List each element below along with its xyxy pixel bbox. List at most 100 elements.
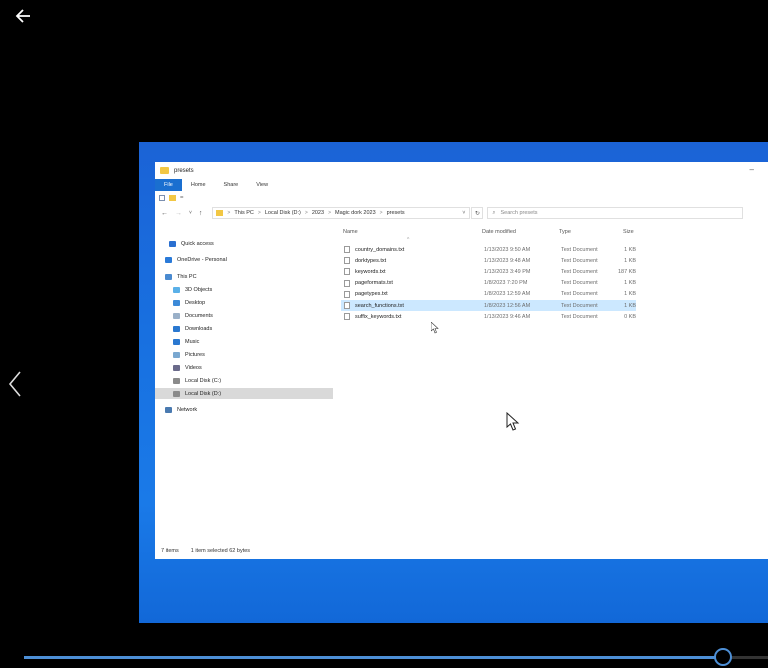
text-file-icon — [344, 246, 350, 253]
file-name: suffix_keywords.txt — [355, 313, 402, 320]
tab-share[interactable]: Share — [215, 179, 248, 191]
recent-locations-icon[interactable]: ˅ — [189, 210, 192, 216]
file-date: 1/13/2023 9:50 AM — [484, 246, 531, 253]
text-file-icon — [344, 279, 350, 287]
breadcrumb-this-pc[interactable]: This PC — [234, 210, 254, 216]
sidebar-item-label: Videos — [185, 364, 202, 371]
sidebar-item-label: Quick access — [181, 240, 214, 247]
file-name: country_domains.txt — [355, 246, 405, 253]
sidebar-item[interactable]: Downloads — [173, 323, 212, 334]
file-row[interactable]: dorktypes.txt 1/13/2023 9:48 AM Text Docum… — [341, 255, 636, 266]
breadcrumb-separator: > — [379, 210, 383, 216]
file-date: 1/13/2023 3:49 PM — [484, 268, 531, 275]
sidebar-item-label: Downloads — [185, 325, 213, 332]
file-size: 1 KB — [624, 257, 636, 264]
file-type: Text Document — [561, 280, 598, 287]
back-nav-icon[interactable]: ← — [161, 210, 168, 217]
text-file-icon — [344, 290, 350, 298]
sidebar-item[interactable]: Videos — [173, 362, 202, 373]
file-size: 1 KB — [624, 302, 636, 309]
sidebar-item[interactable]: Quick access — [169, 238, 214, 249]
file-row[interactable]: keywords.txt 1/13/2023 3:49 PM Text Docume… — [341, 266, 636, 277]
sidebar-item[interactable]: 3D Objects — [173, 284, 212, 295]
file-type: Text Document — [561, 313, 598, 320]
new-folder-icon[interactable] — [169, 194, 176, 201]
sidebar-item-label: Local Disk (C:) — [185, 377, 222, 384]
drive-icon — [173, 377, 180, 384]
breadcrumb-separator: > — [227, 210, 231, 216]
file-name: dorktypes.txt — [355, 257, 387, 264]
address-bar[interactable]: > This PC > Local Disk (D:) > 2023 > Mag… — [212, 207, 471, 219]
address-dropdown-icon[interactable]: ˅ — [462, 210, 465, 216]
sidebar-item[interactable]: This PC — [165, 271, 197, 282]
breadcrumb-separator: > — [304, 210, 308, 216]
breadcrumb-local-disk-d[interactable]: Local Disk (D:) — [265, 210, 301, 216]
file-row[interactable]: pageformats.txt 1/8/2023 7:20 PM Text Docu… — [341, 278, 636, 289]
download-icon — [173, 325, 180, 332]
sidebar-item[interactable]: OneDrive - Personal — [165, 254, 227, 265]
file-list: Name Date modified Type Size ^ country_d… — [341, 226, 671, 526]
minimize-icon[interactable]: – — [750, 165, 754, 174]
sidebar-item[interactable]: Local Disk (D:) — [155, 388, 333, 399]
tab-file[interactable]: File — [155, 179, 182, 191]
column-size[interactable]: Size — [623, 229, 634, 235]
text-file-icon — [344, 257, 350, 265]
ribbon-tabs: File Home Share View — [155, 179, 768, 191]
document-icon — [173, 312, 180, 319]
search-icon: ⌕ — [492, 209, 496, 216]
sidebar-item[interactable]: Pictures — [173, 349, 205, 360]
file-name: pagetypes.txt — [355, 291, 388, 298]
file-date: 1/8/2023 12:59 AM — [484, 291, 531, 298]
address-row: ← → ˅ ↑ > This PC > Local Disk (D:) > 20… — [155, 204, 768, 222]
previous-chevron-icon[interactable] — [4, 368, 26, 400]
properties-icon[interactable] — [159, 194, 165, 201]
progress-thumb[interactable] — [714, 648, 733, 666]
breadcrumb-separator: > — [257, 210, 261, 216]
sidebar-item-label: Desktop — [185, 299, 206, 306]
column-date-modified[interactable]: Date modified — [482, 229, 516, 235]
file-size: 0 KB — [624, 313, 636, 320]
text-file-icon — [344, 268, 350, 276]
sidebar-item[interactable]: Music — [173, 336, 199, 347]
progress-bar[interactable] — [24, 648, 768, 666]
tab-home[interactable]: Home — [182, 179, 215, 191]
sidebar-item[interactable]: Local Disk (C:) — [173, 375, 221, 386]
file-size: 1 KB — [624, 291, 636, 298]
network-icon — [165, 406, 172, 413]
music-icon — [173, 338, 180, 345]
breadcrumb-2023[interactable]: 2023 — [312, 210, 324, 216]
sort-arrow-icon: ^ — [407, 237, 410, 243]
file-explorer-window: presets – File Home Share View = ← → ˅ ↑… — [155, 162, 768, 559]
tab-view[interactable]: View — [247, 179, 277, 191]
file-row[interactable]: country_domains.txt 1/13/2023 9:50 AM Text… — [341, 244, 636, 255]
file-type: Text Document — [561, 257, 598, 264]
sidebar-item-label: Pictures — [185, 351, 205, 358]
file-row[interactable]: pagetypes.txt 1/8/2023 12:59 AM Text Docum… — [341, 289, 636, 300]
sidebar-item[interactable]: Documents — [173, 310, 213, 321]
sidebar-item[interactable]: Network — [165, 404, 197, 415]
customize-qat-icon[interactable]: = — [180, 195, 184, 201]
breadcrumb-presets[interactable]: presets — [387, 210, 405, 216]
up-nav-icon[interactable]: ↑ — [199, 210, 203, 217]
file-date: 1/13/2023 9:48 AM — [484, 257, 531, 264]
videos-icon — [173, 364, 180, 371]
search-placeholder: Search presets — [500, 210, 538, 216]
window-title: presets — [174, 167, 194, 174]
search-input[interactable]: ⌕ Search presets — [487, 207, 744, 219]
sidebar-item-label: Music — [185, 338, 200, 345]
refresh-icon[interactable]: ↻ — [471, 207, 484, 219]
back-arrow-icon[interactable] — [12, 6, 36, 26]
column-name[interactable]: Name — [343, 229, 358, 235]
sidebar-item[interactable]: Desktop — [173, 297, 205, 308]
forward-nav-icon[interactable]: → — [175, 210, 182, 217]
sidebar-item-label: 3D Objects — [185, 286, 213, 293]
file-row[interactable]: suffix_keywords.txt 1/13/2023 9:46 AM Text… — [341, 311, 636, 322]
breadcrumb-magic-dork[interactable]: Magic dork 2023 — [335, 210, 376, 216]
status-bar: 7 items 1 item selected 62 bytes — [155, 545, 250, 557]
cursor-icon — [431, 322, 439, 334]
file-name: keywords.txt — [355, 268, 386, 275]
file-size: 1 KB — [624, 280, 636, 287]
cube-icon — [173, 286, 180, 293]
column-type[interactable]: Type — [559, 229, 571, 235]
file-row[interactable]: search_functions.txt 1/8/2023 12:56 AM Tex… — [341, 300, 636, 311]
